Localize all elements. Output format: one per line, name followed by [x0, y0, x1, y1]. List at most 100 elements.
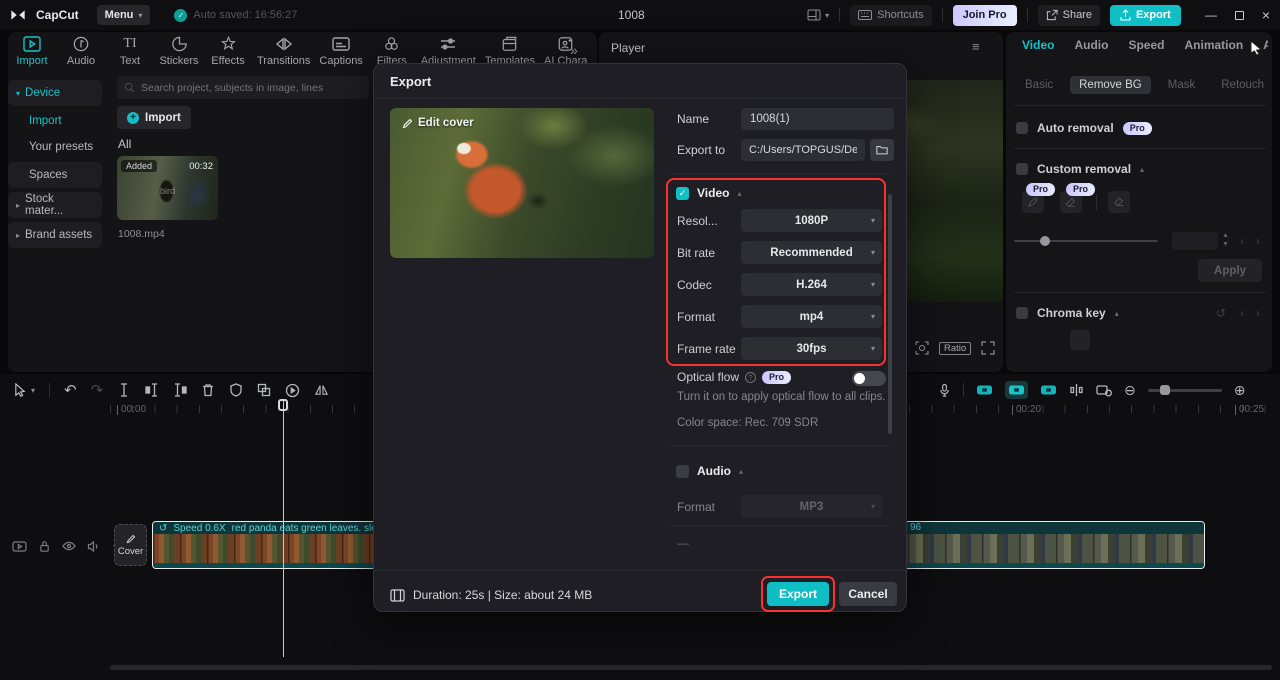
export-path-input[interactable]	[741, 139, 865, 161]
maximize-button[interactable]	[1234, 10, 1244, 20]
framerate-dropdown[interactable]: 30fps ▾	[741, 337, 882, 360]
brush-size-stepper[interactable]	[1172, 232, 1218, 250]
snapshot-icon[interactable]	[915, 341, 929, 355]
subtab-mask[interactable]: Mask	[1159, 76, 1204, 94]
auto-link-icon[interactable]	[1040, 384, 1057, 396]
audio-format-dropdown[interactable]: MP3 ▾	[741, 495, 882, 518]
minimize-button[interactable]: —	[1205, 8, 1217, 22]
next-icon[interactable]: ›	[1256, 306, 1260, 320]
apply-button[interactable]: Apply	[1198, 259, 1262, 282]
delete-right-icon[interactable]	[173, 383, 187, 397]
export-button-top[interactable]: Export	[1109, 4, 1181, 26]
tab-animation[interactable]: Animation	[1184, 38, 1243, 52]
auto-removal-checkbox[interactable]: ✓	[1016, 122, 1028, 134]
export-confirm-button[interactable]: Export	[767, 582, 829, 606]
magnet-snap-icon[interactable]	[1005, 381, 1028, 399]
sidebar-item-import[interactable]: Import	[8, 108, 102, 134]
tab-video[interactable]: Video	[1022, 38, 1054, 52]
join-pro-button[interactable]: Join Pro	[952, 4, 1017, 26]
subtab-remove-bg[interactable]: Remove BG	[1070, 76, 1151, 94]
cancel-button[interactable]: Cancel	[839, 582, 897, 606]
reset-icon[interactable]: ↺	[1216, 306, 1226, 320]
resolution-dropdown[interactable]: 1080P ▾	[741, 209, 882, 232]
eye-icon[interactable]	[62, 540, 76, 552]
tab-speed[interactable]: Speed	[1128, 38, 1164, 52]
search-input[interactable]	[141, 81, 361, 94]
audio-checkbox[interactable]: ✓	[676, 464, 689, 478]
prev-icon[interactable]: ‹	[1240, 306, 1244, 320]
shortcuts-button[interactable]: Shortcuts	[850, 4, 932, 26]
toolbar-item-import[interactable]: Import	[12, 36, 52, 67]
mute-icon[interactable]	[87, 540, 101, 553]
playhead-handle[interactable]	[278, 399, 288, 411]
tab-audio[interactable]: Audio	[1074, 38, 1108, 52]
timeline-zoom-slider[interactable]	[1147, 384, 1222, 395]
collapse-arrow-icon[interactable]: ▴	[1140, 165, 1144, 174]
split-handle-icon[interactable]	[1069, 383, 1084, 397]
layout-switch-button[interactable]: ▾	[807, 9, 829, 21]
speed-icon[interactable]	[285, 383, 300, 398]
bitrate-dropdown[interactable]: Recommended ▾	[741, 241, 882, 264]
overlap-icon[interactable]	[257, 383, 271, 397]
brush-size-slider[interactable]	[1014, 236, 1158, 246]
timeline-scrollbar[interactable]	[110, 665, 1272, 670]
sidebar-item-brand-assets[interactable]: ▸ Brand assets	[8, 222, 102, 248]
cover-button[interactable]: Cover	[114, 524, 147, 566]
toolbar-item-stickers[interactable]: Stickers	[159, 36, 199, 67]
zoom-in-icon[interactable]: ⊕	[1234, 382, 1246, 399]
mirror-flip-icon[interactable]	[314, 383, 329, 397]
toolbar-item-transitions[interactable]: Transitions	[257, 36, 310, 67]
record-voiceover-icon[interactable]	[938, 383, 951, 398]
menu-button[interactable]: Menu ▾	[96, 5, 151, 25]
toolbar-item-audio[interactable]: Audio	[61, 36, 101, 67]
toolbar-item-effects[interactable]: Effects	[208, 36, 248, 67]
sidebar-item-your-presets[interactable]: Your presets	[8, 134, 102, 160]
toolbar-item-captions[interactable]: Captions	[319, 36, 363, 67]
export-cover-preview[interactable]: Edit cover	[390, 108, 654, 258]
media-thumbnail[interactable]: Added 00:32 bird	[117, 156, 218, 220]
delete-icon[interactable]	[201, 383, 215, 397]
chroma-key-checkbox[interactable]: ✓	[1016, 307, 1028, 319]
subtab-basic[interactable]: Basic	[1016, 76, 1062, 94]
optical-flow-toggle[interactable]	[852, 371, 886, 386]
sidebar-item-device[interactable]: ▾ Device	[8, 80, 102, 106]
eraser-tool[interactable]	[1108, 191, 1130, 213]
zoom-out-icon[interactable]: ⊖	[1124, 382, 1136, 399]
format-dropdown[interactable]: mp4 ▾	[741, 305, 882, 328]
undo-button[interactable]: ↶	[64, 381, 77, 399]
subtab-retouch[interactable]: Retouch	[1212, 76, 1273, 94]
search-bar[interactable]	[117, 76, 369, 99]
edit-cover-button[interactable]: Edit cover	[402, 117, 474, 129]
split-icon[interactable]	[117, 383, 131, 397]
delete-left-icon[interactable]	[145, 383, 159, 397]
dialog-scrollbar[interactable]	[888, 194, 892, 434]
slider-handle[interactable]	[1159, 384, 1170, 395]
lock-icon[interactable]	[38, 540, 51, 553]
sidebar-item-spaces[interactable]: Spaces	[8, 162, 102, 188]
collapse-arrow-icon[interactable]: ▴	[737, 189, 741, 198]
collapse-arrow-icon[interactable]: ▴	[739, 467, 743, 476]
ratio-button[interactable]: Ratio	[939, 341, 972, 355]
share-button[interactable]: Share	[1037, 4, 1100, 26]
link-clips-icon[interactable]	[976, 384, 993, 396]
close-button[interactable]: ×	[1262, 7, 1270, 23]
export-name-input[interactable]	[741, 108, 894, 130]
redo-button[interactable]: ↷	[91, 381, 104, 399]
next-icon[interactable]: ›	[1256, 234, 1260, 248]
fullscreen-icon[interactable]	[981, 341, 995, 355]
mask-icon[interactable]	[229, 383, 243, 397]
tab-adjust[interactable]: Adjust	[1263, 38, 1268, 52]
preview-mode-icon[interactable]	[1096, 383, 1112, 397]
prev-icon[interactable]: ‹	[1240, 234, 1244, 248]
slider-handle[interactable]	[1040, 236, 1050, 246]
collapse-arrow-icon[interactable]: ▴	[1115, 309, 1119, 318]
import-media-button[interactable]: + Import	[117, 106, 191, 129]
stepper-arrows[interactable]: ▲ ▼	[1222, 231, 1229, 249]
toolbar-item-text[interactable]: TI Text	[110, 36, 150, 67]
custom-removal-checkbox[interactable]: ✓	[1016, 163, 1028, 175]
browse-folder-button[interactable]	[870, 139, 894, 161]
codec-dropdown[interactable]: H.264 ▾	[741, 273, 882, 296]
sidebar-item-stock-materials[interactable]: ▸ Stock mater...	[8, 192, 102, 218]
toolbar-more-button[interactable]: »	[570, 42, 578, 58]
player-menu-icon[interactable]: ≡	[972, 39, 980, 54]
